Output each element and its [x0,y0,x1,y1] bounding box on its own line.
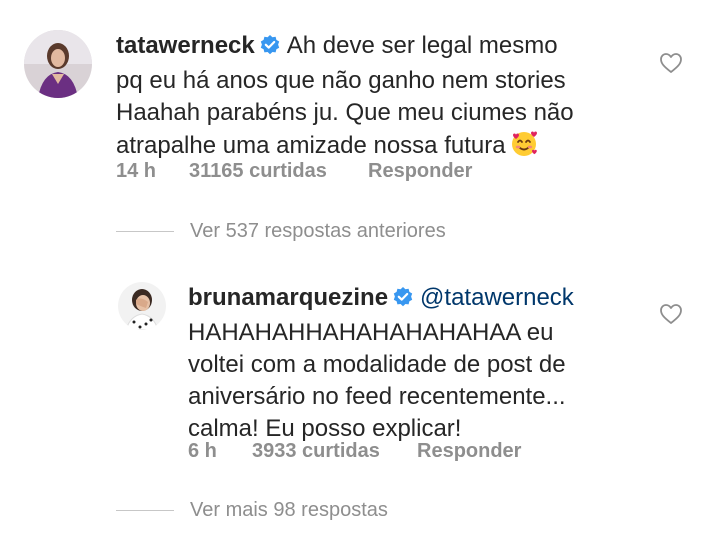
comment-meta: 6 h 3933 curtidas Responder [188,440,548,464]
reply-button[interactable]: Responder [368,160,472,183]
comment-text: tatawerneck Ah deve ser legal mesmo pq eu… [116,30,636,166]
avatar-tatawerneck[interactable] [24,30,92,98]
reply-button[interactable]: Responder [417,440,521,463]
avatar-brunamarquezine[interactable] [118,282,166,330]
mention-link[interactable]: @tatawerneck [420,284,574,311]
comment-line-1: HAHAHAHHAHAHAHAHAHAA eu [188,319,554,346]
comment-brunamarquezine: brunamarquezine @tatawerneck HAHAHAHHAHAH… [0,270,720,480]
comment-tatawerneck: tatawerneck Ah deve ser legal mesmo pq eu… [0,0,720,200]
comment-line-1: Ah deve ser legal mesmo [286,32,558,59]
heart-outline-icon[interactable] [659,303,683,325]
username[interactable]: tatawerneck [116,32,255,59]
comment-meta: 14 h 31165 curtidas Responder [116,160,536,184]
view-previous-replies-button[interactable]: Ver 537 respostas anteriores [116,220,516,246]
comment-time: 6 h [188,440,217,462]
username[interactable]: brunamarquezine [188,284,388,311]
verified-badge-icon [392,285,414,317]
comment-line-2: voltei com a modalidade de post de [188,351,566,378]
divider-line [116,231,174,232]
likes-count[interactable]: 31165 curtidas [189,160,327,183]
likes-count[interactable]: 3933 curtidas [252,440,380,463]
heart-outline-icon[interactable] [659,52,683,74]
divider-line [116,510,174,511]
comment-line-4: calma! Eu posso explicar! [188,415,462,442]
comment-line-4: atrapalhe uma amizade nossa futura [116,132,506,159]
comment-line-3: Haahah parabéns ju. Que meu ciumes não [116,99,574,126]
comment-text: brunamarquezine @tatawerneck HAHAHAHHAHAH… [188,282,608,445]
comment-line-3: aniversário no feed recentemente... [188,383,566,410]
comment-line-2: pq eu há anos que não ganho nem stories [116,67,566,94]
view-previous-replies-label: Ver 537 respostas anteriores [190,220,446,242]
verified-badge-icon [259,33,281,65]
view-more-replies-button[interactable]: Ver mais 98 respostas [116,499,476,525]
comment-time: 14 h [116,160,157,182]
view-more-replies-label: Ver mais 98 respostas [190,499,388,521]
